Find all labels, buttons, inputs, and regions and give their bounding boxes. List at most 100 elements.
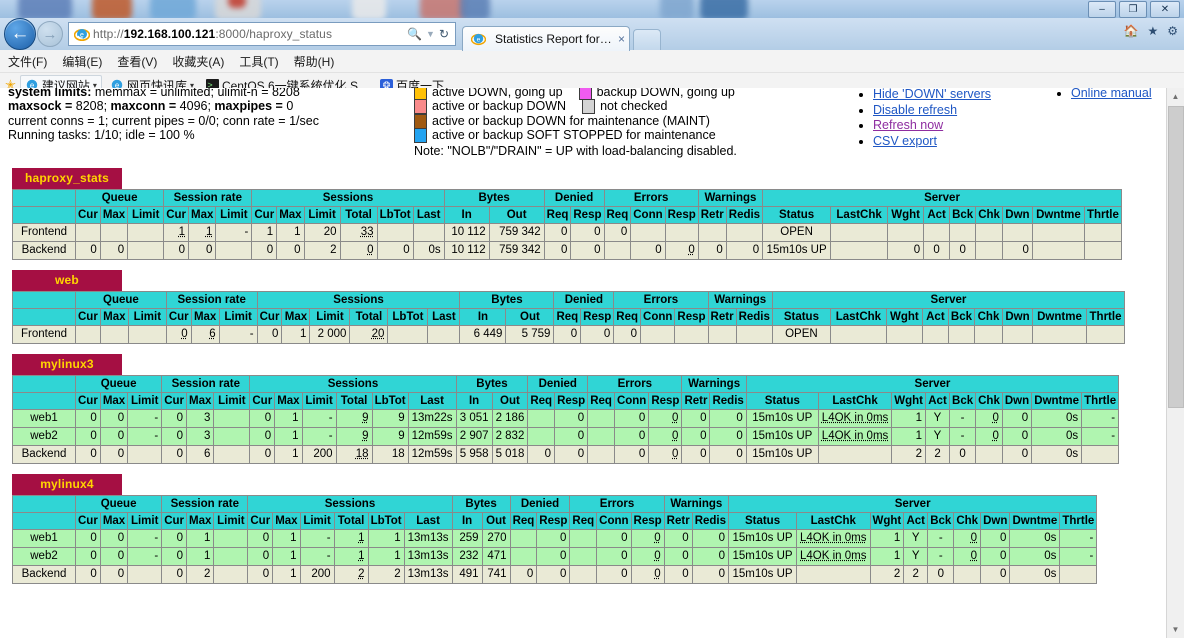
tab-close-icon[interactable]: × bbox=[618, 33, 625, 45]
search-icon[interactable]: 🔍 bbox=[407, 27, 422, 41]
action-link[interactable]: Refresh now bbox=[873, 118, 943, 132]
column-group-server: Server bbox=[771, 291, 1126, 309]
close-button[interactable]: ✕ bbox=[1150, 1, 1180, 18]
cell-req bbox=[569, 565, 598, 584]
maximize-button[interactable]: ❐ bbox=[1119, 1, 1147, 18]
legend-note: Note: "NOLB"/"DRAIN" = UP with load-bala… bbox=[414, 143, 737, 158]
cell-resp: 0 bbox=[580, 325, 615, 344]
cell-dwn bbox=[1001, 223, 1033, 242]
column-header-chk: Chk bbox=[975, 392, 1003, 410]
row-label[interactable]: web2 bbox=[12, 427, 76, 446]
column-header-resp: Resp bbox=[536, 512, 571, 530]
menu-view[interactable]: 查看(V) bbox=[117, 53, 157, 70]
menu-tools[interactable]: 工具(T) bbox=[239, 53, 278, 70]
menu-file[interactable]: 文件(F) bbox=[8, 53, 47, 70]
row-label[interactable]: web1 bbox=[12, 529, 76, 548]
proxy-title[interactable]: web bbox=[12, 270, 122, 291]
cell-resp: 0 bbox=[554, 445, 589, 464]
menu-help[interactable]: 帮助(H) bbox=[294, 53, 335, 70]
external-link[interactable]: Online manual bbox=[1071, 88, 1152, 100]
tab-favicon-icon: e bbox=[471, 31, 487, 47]
cell-lastchk: L4OK in 0ms bbox=[817, 427, 893, 446]
column-header-resp: Resp bbox=[554, 392, 589, 410]
cell-last: 13m22s bbox=[407, 409, 457, 428]
row-label[interactable]: Backend bbox=[12, 241, 76, 260]
column-header-cur: Cur bbox=[163, 206, 189, 224]
column-header-wght: Wght bbox=[891, 392, 927, 410]
cell-last: 0s bbox=[412, 241, 445, 260]
menu-edit[interactable]: 编辑(E) bbox=[62, 53, 102, 70]
column-header-wght: Wght bbox=[885, 308, 923, 326]
row-label[interactable]: Backend bbox=[12, 445, 76, 464]
cell-limit bbox=[127, 445, 163, 464]
cell-bck: - bbox=[927, 529, 955, 548]
column-header-status: Status bbox=[771, 308, 831, 326]
scroll-down-arrow[interactable]: ▼ bbox=[1167, 621, 1184, 638]
column-header-status: Status bbox=[762, 206, 832, 224]
column-header-lbtot: LbTot bbox=[371, 392, 409, 410]
new-tab-button[interactable] bbox=[633, 28, 662, 50]
cell-cur: 0 bbox=[163, 241, 189, 260]
stats-info-line: Running tasks: 1/10; idle = 100 % bbox=[8, 128, 319, 143]
cell-thrtle bbox=[1086, 325, 1125, 344]
cell-status: 15m10s UP bbox=[728, 529, 798, 548]
home-icon[interactable]: 🏠 bbox=[1124, 24, 1139, 38]
cell-redis: 0 bbox=[725, 241, 764, 260]
cell-cur: 0 bbox=[256, 325, 283, 344]
cell-conn bbox=[630, 223, 666, 242]
scrollbar-thumb[interactable] bbox=[1168, 106, 1184, 408]
scroll-up-arrow[interactable]: ▲ bbox=[1167, 88, 1184, 105]
cell-chk bbox=[975, 445, 1003, 464]
action-link[interactable]: CSV export bbox=[873, 134, 937, 148]
column-header-req: Req bbox=[543, 206, 572, 224]
menu-favorites[interactable]: 收藏夹(A) bbox=[172, 53, 224, 70]
cell-lbtot: 1 bbox=[367, 547, 405, 566]
cell-retr: 0 bbox=[681, 445, 711, 464]
cell-wght: 1 bbox=[891, 427, 927, 446]
minimize-button[interactable]: – bbox=[1088, 1, 1116, 18]
column-header-limit: Limit bbox=[301, 392, 337, 410]
browser-tab[interactable]: e Statistics Report for HAP... × bbox=[462, 25, 631, 51]
dropdown-caret-icon[interactable]: ▼ bbox=[426, 29, 435, 39]
column-header-row: Cur Max Limit Cur Max Limit Cur Max Limit Total Lb… bbox=[12, 392, 1120, 410]
proxy-title[interactable]: mylinux3 bbox=[12, 354, 122, 375]
column-header-row: Cur Max Limit Cur Max Limit Cur Max Limit Total Lb… bbox=[12, 308, 1125, 326]
action-link[interactable]: Disable refresh bbox=[873, 103, 957, 117]
column-header-cur: Cur bbox=[165, 308, 192, 326]
cell-lastchk bbox=[829, 325, 887, 344]
action-link[interactable]: Hide 'DOWN' servers bbox=[873, 88, 991, 101]
gear-icon[interactable]: ⚙ bbox=[1167, 24, 1178, 38]
cell-resp: 0 bbox=[536, 565, 571, 584]
cell-in: 2 907 bbox=[455, 427, 493, 446]
row-label[interactable]: Frontend bbox=[12, 223, 76, 242]
column-header-in: In bbox=[443, 206, 490, 224]
cell-cur: 0 bbox=[165, 325, 192, 344]
column-header-dwn: Dwn bbox=[980, 512, 1011, 530]
row-label[interactable]: Frontend bbox=[12, 325, 76, 344]
refresh-icon[interactable]: ↻ bbox=[439, 27, 449, 41]
column-header-act: Act bbox=[925, 392, 951, 410]
column-header-req: Req bbox=[613, 308, 642, 326]
proxy-title[interactable]: mylinux4 bbox=[12, 474, 122, 495]
cell-req bbox=[587, 445, 615, 464]
proxy-title[interactable]: haproxy_stats bbox=[12, 168, 122, 189]
address-bar[interactable]: e http://192.168.100.121:8000/haproxy_st… bbox=[68, 22, 456, 46]
legend-label: active or backup DOWN for maintenance (M… bbox=[432, 113, 710, 128]
row-label[interactable]: Backend bbox=[12, 565, 76, 584]
row-label[interactable]: web1 bbox=[12, 409, 76, 428]
cell-cur: 1 bbox=[251, 223, 278, 242]
column-header-in: In bbox=[455, 392, 493, 410]
column-header-req: Req bbox=[553, 308, 582, 326]
column-header-lastchk: LastChk bbox=[796, 512, 871, 530]
forward-button[interactable]: → bbox=[37, 21, 63, 47]
cell-last bbox=[412, 223, 445, 242]
star-icon[interactable]: ★ bbox=[1147, 24, 1158, 38]
column-header-retr: Retr bbox=[697, 206, 727, 224]
cell-retr: 0 bbox=[663, 529, 693, 548]
cell-max: 0 bbox=[99, 409, 129, 428]
vertical-scrollbar[interactable]: ▲ ▼ bbox=[1166, 88, 1184, 638]
row-label[interactable]: web2 bbox=[12, 547, 76, 566]
cell-max: 0 bbox=[99, 565, 129, 584]
cell-lastchk bbox=[817, 445, 893, 464]
back-button[interactable]: ← bbox=[4, 18, 36, 50]
